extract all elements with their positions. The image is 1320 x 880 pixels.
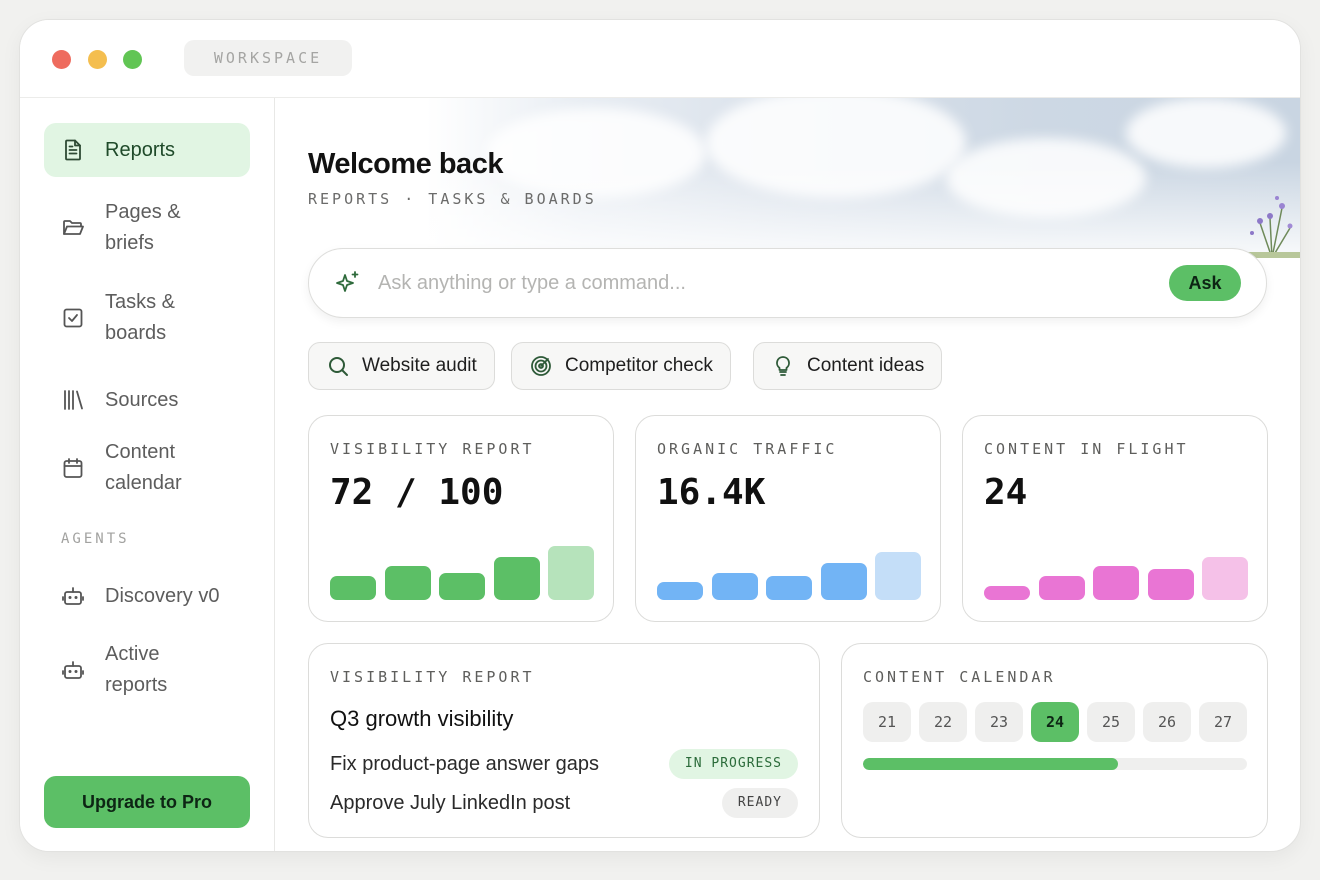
main-content: Welcome back REPORTS · TASKS & BOARDS As… [276,98,1300,851]
task-row[interactable]: Approve July LinkedIn post READY [330,787,798,819]
calendar-day-24[interactable]: 24 [1031,702,1079,742]
sidebar-item-content-calendar[interactable]: Content calendar [44,436,250,500]
metric-card-content-in-flight[interactable]: CONTENT IN FLIGHT 24 [962,415,1268,622]
mini-bar-chart [984,540,1248,600]
calendar-progress-fill [863,758,1119,770]
mini-bar [820,563,867,600]
sidebar-item-reports[interactable]: Reports [44,123,250,177]
checkbox-icon [61,306,85,330]
calendar-day-27[interactable]: 27 [1199,702,1247,742]
search-icon [326,354,350,378]
sidebar-item-label: Reports [105,138,176,161]
metric-card-visibility[interactable]: VISIBILITY REPORT 72 / 100 [308,415,614,622]
robot-icon [61,658,85,682]
sidebar: Reports Pages & briefs Tasks & boards So… [20,98,275,851]
chip-label: Competitor check [565,355,713,376]
calendar-day-23[interactable]: 23 [975,702,1023,742]
task-label: Fix product-page answer gaps [330,752,600,775]
sidebar-item-label: Discovery v0 [105,584,220,607]
sky-banner-image [426,98,1300,258]
radar-icon [529,354,553,378]
calendar-day-21[interactable]: 21 [863,702,911,742]
task-label: Approve July LinkedIn post [330,791,571,814]
chip-label: Content ideas [807,355,925,376]
command-search-bar: Ask [308,248,1267,318]
folder-icon [61,216,85,240]
chip-competitor-check[interactable]: Competitor check [511,342,731,390]
sidebar-item-label: Pages & briefs [105,201,181,254]
sidebar-item-label: Tasks & boards [105,291,176,344]
card-title: ORGANIC TRAFFIC [657,440,838,458]
card-title: CONTENT IN FLIGHT [984,440,1189,458]
metric-value: 72 / 100 [330,472,504,513]
calendar-icon [61,456,85,480]
metric-value: 24 [984,472,1028,513]
content-calendar-card: CONTENT CALENDAR 21 22 23 24 25 26 27 [841,643,1268,838]
metric-card-organic-traffic[interactable]: ORGANIC TRAFFIC 16.4K [635,415,941,622]
lightbulb-icon [771,354,795,378]
page-title: Welcome back [308,148,503,180]
close-window-button[interactable] [52,50,71,69]
sidebar-item-label: Sources [105,388,179,411]
search-input[interactable] [378,271,1169,295]
status-badge: IN PROGRESS [668,749,798,779]
sidebar-item-active-reports[interactable]: Active reports [44,638,250,702]
title-bar: WORKSPACE [20,20,1300,98]
mini-bar-chart [330,540,594,600]
task-row[interactable]: Fix product-page answer gaps IN PROGRESS [330,748,798,780]
minimize-window-button[interactable] [88,50,107,69]
calendar-day-22[interactable]: 22 [919,702,967,742]
calendar-day-26[interactable]: 26 [1143,702,1191,742]
calendar-day-strip: 21 22 23 24 25 26 27 [863,702,1255,742]
maximize-window-button[interactable] [123,50,142,69]
metric-value: 16.4K [657,472,766,513]
mini-bar [1093,566,1139,600]
mini-bar [1147,569,1194,600]
chip-content-ideas[interactable]: Content ideas [753,342,943,390]
chip-label: Website audit [362,355,477,376]
sidebar-item-label: Active reports [105,643,168,696]
sidebar-item-label: Content calendar [105,441,182,494]
status-badge: READY [721,788,798,818]
sidebar-item-discovery[interactable]: Discovery v0 [44,572,250,620]
sidebar-item-tasks-boards[interactable]: Tasks & boards [44,286,250,350]
mini-bar [548,546,594,600]
sparkle-icon [334,269,362,297]
mini-bar-chart [657,540,921,600]
card-title: CONTENT CALENDAR [863,668,1056,686]
mini-bar [439,573,485,600]
card-title: VISIBILITY REPORT [330,440,535,458]
mini-bar [875,552,921,600]
mini-bar [766,576,812,600]
mini-bar [657,582,703,600]
mini-bar [1202,557,1248,600]
sidebar-item-pages-briefs[interactable]: Pages & briefs [44,196,250,260]
mini-bar [1038,576,1085,600]
calendar-progress-bar [863,758,1247,770]
breadcrumb: REPORTS · TASKS & BOARDS [308,190,597,208]
mini-bar [984,586,1030,600]
visibility-report-card: VISIBILITY REPORT Q3 growth visibility F… [308,643,820,838]
library-icon [61,388,85,412]
ask-button[interactable]: Ask [1169,265,1241,301]
mini-bar [493,557,540,600]
workspace-pill[interactable]: WORKSPACE [184,40,352,76]
upgrade-button[interactable]: Upgrade to Pro [44,776,250,828]
app-window: WORKSPACE Reports Pages & briefs Tasks &… [19,19,1301,852]
agents-section-title: AGENTS [61,531,130,547]
flowers-decoration [1242,196,1300,258]
chip-website-audit[interactable]: Website audit [308,342,495,390]
mini-bar [711,573,758,600]
document-icon [61,138,85,162]
robot-icon [61,584,85,608]
mini-bar [384,566,431,600]
calendar-day-25[interactable]: 25 [1087,702,1135,742]
mini-bar [330,576,376,600]
card-title: VISIBILITY REPORT [330,668,535,686]
sidebar-item-sources[interactable]: Sources [44,376,250,424]
report-heading: Q3 growth visibility [330,706,514,731]
